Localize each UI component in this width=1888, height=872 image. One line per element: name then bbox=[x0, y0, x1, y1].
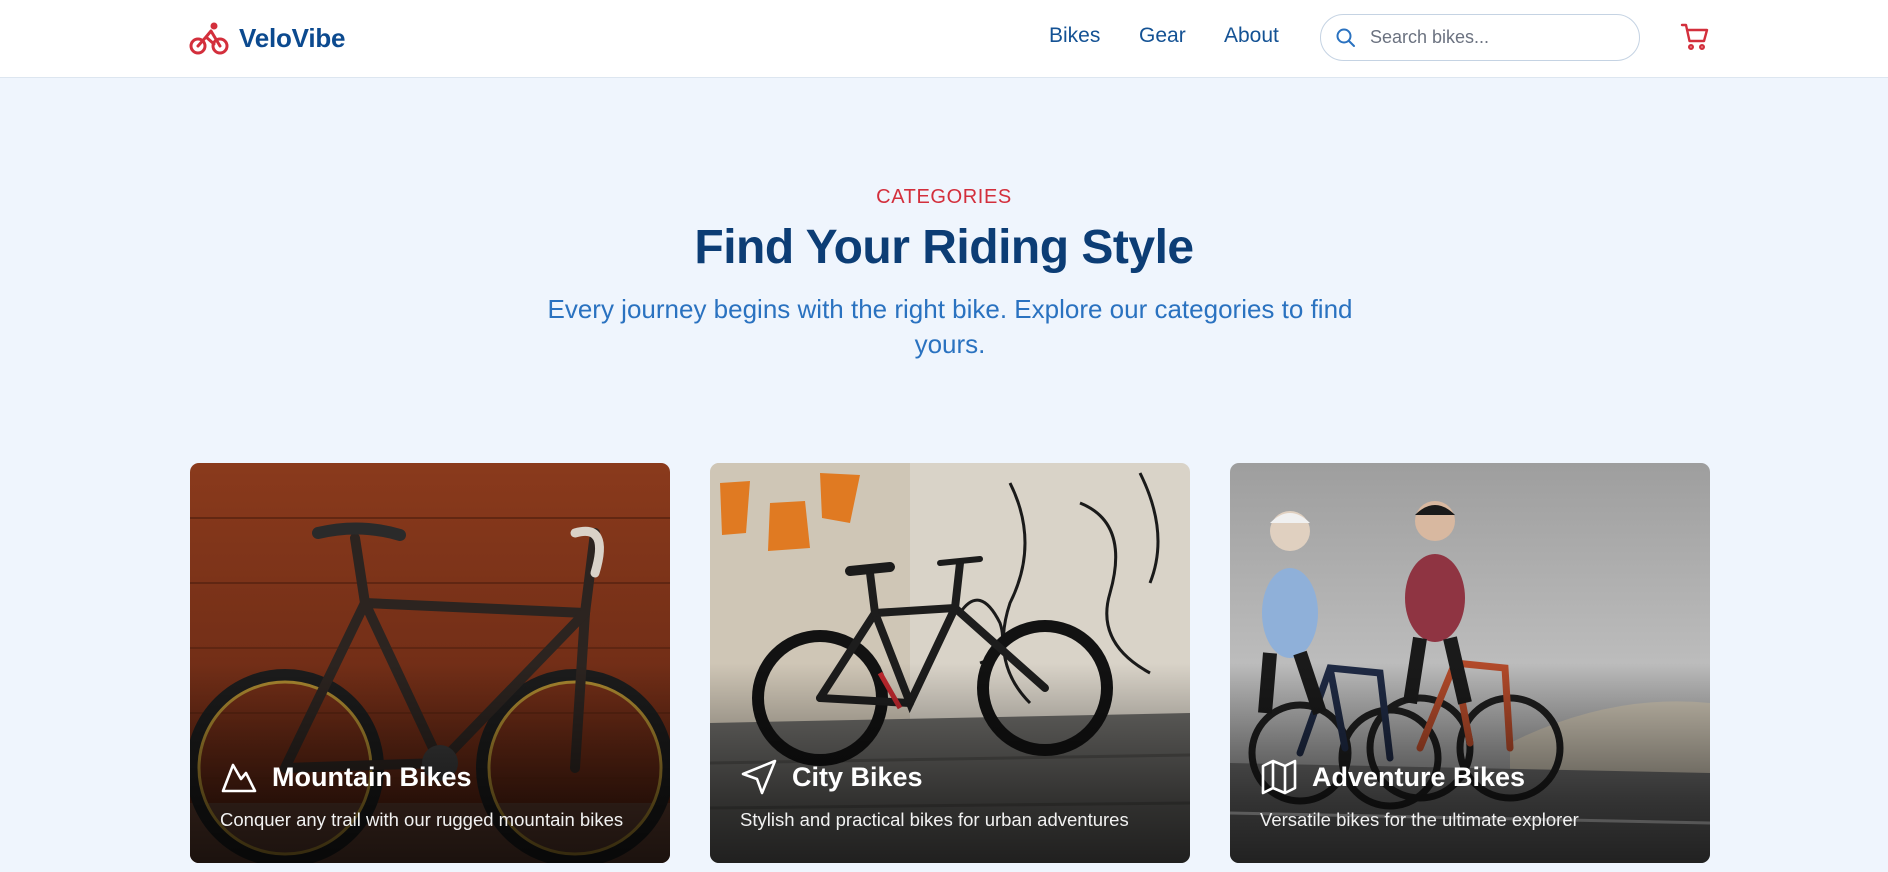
card-description: Conquer any trail with our rugged mounta… bbox=[220, 809, 624, 830]
site-header: VeloVibe Bikes Gear About bbox=[0, 0, 1888, 78]
page-title: Find Your Riding Style bbox=[694, 221, 1194, 274]
shopping-cart-icon[interactable] bbox=[1680, 22, 1710, 52]
nav-link-about[interactable]: About bbox=[1224, 24, 1279, 48]
navigation-icon bbox=[741, 759, 777, 795]
card-title: Mountain Bikes bbox=[272, 761, 472, 792]
category-card-mountain[interactable]: Mountain Bikes Conquer any trail with ou… bbox=[190, 463, 670, 863]
search-input[interactable] bbox=[1370, 27, 1620, 48]
card-header: Mountain Bikes bbox=[220, 757, 472, 797]
map-icon bbox=[1261, 759, 1297, 795]
card-header: City Bikes bbox=[740, 757, 923, 797]
card-title: Adventure Bikes bbox=[1312, 761, 1526, 792]
page-subtitle: Every journey begins with the right bike… bbox=[547, 294, 1353, 359]
mountain-icon bbox=[221, 763, 257, 793]
search-icon bbox=[1336, 28, 1355, 47]
category-card-city[interactable]: City Bikes Stylish and practical bikes f… bbox=[710, 463, 1190, 863]
bicycle-icon bbox=[189, 22, 229, 55]
nav-link-bikes[interactable]: Bikes bbox=[1049, 24, 1100, 48]
brand-name: VeloVibe bbox=[239, 22, 346, 53]
card-title: City Bikes bbox=[792, 761, 923, 792]
nav-link-gear[interactable]: Gear bbox=[1139, 24, 1186, 48]
brand-logo[interactable]: VeloVibe bbox=[189, 20, 346, 56]
card-description: Stylish and practical bikes for urban ad… bbox=[740, 809, 1129, 830]
section-eyebrow: CATEGORIES bbox=[876, 186, 1012, 208]
category-card-adventure[interactable]: Adventure Bikes Versatile bikes for the … bbox=[1230, 463, 1710, 863]
card-header: Adventure Bikes bbox=[1260, 757, 1525, 797]
card-description: Versatile bikes for the ultimate explore… bbox=[1260, 809, 1579, 830]
search-box[interactable] bbox=[1320, 14, 1640, 61]
